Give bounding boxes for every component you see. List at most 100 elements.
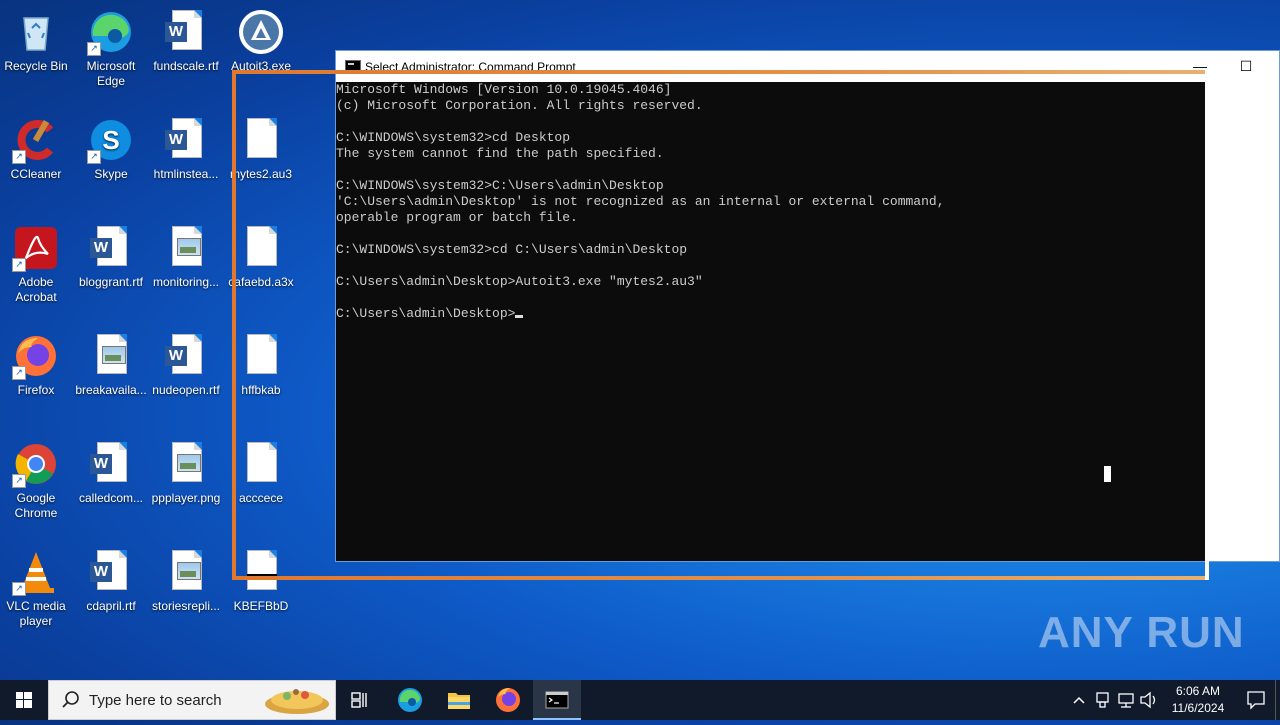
start-button[interactable] — [0, 680, 48, 720]
console-cursor — [515, 315, 524, 318]
desktop-icon-microsoft-edge[interactable]: ↗ Microsoft Edge — [75, 8, 147, 89]
autoit3-exe-icon — [237, 8, 285, 56]
show-desktop-button[interactable] — [1275, 680, 1280, 720]
skype-icon: S ↗ — [87, 116, 135, 164]
desktop-icon-acccece[interactable]: acccece — [225, 440, 297, 506]
desktop-icon-firefox[interactable]: ↗ Firefox — [0, 332, 72, 398]
desktop-icon-adobe-acrobat[interactable]: ↗ Adobe Acrobat — [0, 224, 72, 305]
desktop-icon-skype[interactable]: S ↗ Skype — [75, 116, 147, 182]
shortcut-arrow-icon: ↗ — [12, 582, 26, 596]
taskbar-clock[interactable]: 6:06 AM 11/6/2024 — [1160, 683, 1236, 717]
firefox-icon — [496, 688, 520, 712]
cmd-icon — [545, 691, 569, 709]
anyrun-watermark: ANY RUN — [1038, 608, 1245, 657]
desktop-icon-label: calledcom... — [78, 491, 144, 505]
console-output[interactable]: Microsoft Windows [Version 10.0.19045.40… — [336, 82, 1207, 561]
nudeopen-rtf-icon: W — [162, 332, 210, 380]
desktop-icon-nudeopen-rtf[interactable]: Wnudeopen.rtf — [150, 332, 222, 398]
desktop-icon-ppplayer-png[interactable]: ppplayer.png — [150, 440, 222, 506]
desktop-icon-calledcom[interactable]: Wcalledcom... — [75, 440, 147, 506]
shortcut-arrow-icon: ↗ — [87, 42, 101, 56]
acccece-icon — [237, 440, 285, 488]
breakavaila-icon — [87, 332, 135, 380]
desktop-icon-breakavaila[interactable]: breakavaila... — [75, 332, 147, 398]
desktop-icon-htmlinstea[interactable]: Whtmlinstea... — [150, 116, 222, 182]
desktop-icon-google-chrome[interactable]: ↗ Google Chrome — [0, 440, 72, 521]
taskbar-search-box[interactable]: Type here to search — [48, 680, 336, 720]
desktop-icon-hffbkab[interactable]: hffbkab — [225, 332, 297, 398]
mytes2-au3-icon — [237, 116, 285, 164]
console-line: operable program or batch file. — [336, 210, 578, 225]
search-icon — [62, 691, 79, 708]
hffbkab-icon — [237, 332, 285, 380]
task-view-button[interactable] — [336, 680, 384, 720]
console-line: C:\WINDOWS\system32>cd Desktop — [336, 130, 571, 145]
console-line: (c) Microsoft Corporation. All rights re… — [336, 98, 703, 113]
desktop-icon-cafaebd-a3x[interactable]: cafaebd.a3x — [225, 224, 297, 290]
microsoft-edge-icon: ↗ — [87, 8, 135, 56]
adobe-acrobat-icon: ↗ — [12, 224, 60, 272]
desktop-icon-mytes2-au3[interactable]: mytes2.au3 — [225, 116, 297, 182]
desktop-icon-label: breakavaila... — [75, 383, 147, 397]
desktop-icon-label: ppplayer.png — [151, 491, 221, 505]
console-line: C:\Users\admin\Desktop> — [336, 306, 1207, 322]
desktop-icon-label: acccece — [238, 491, 284, 505]
desktop-icon-label: htmlinstea... — [153, 167, 219, 181]
window-scroll-area — [1207, 82, 1279, 561]
desktop-icon-fundscale-rtf[interactable]: Wfundscale.rtf — [150, 8, 222, 74]
window-titlebar[interactable]: Select Administrator: Command Prompt — ☐ — [336, 51, 1279, 82]
desktop-icon-ccleaner[interactable]: ↗ CCleaner — [0, 116, 72, 182]
command-prompt-window[interactable]: Select Administrator: Command Prompt — ☐… — [335, 50, 1280, 562]
desktop-icon-recycle-bin[interactable]: Recycle Bin — [0, 8, 72, 74]
recycle-bin-icon — [23, 17, 49, 51]
desktop-icon-label: KBEFBbD — [233, 599, 289, 613]
desktop-icon-label: Autoit3.exe — [230, 59, 292, 73]
taskbar-firefox[interactable] — [484, 680, 532, 720]
task-view-icon — [351, 692, 367, 708]
notifications-icon[interactable] — [1236, 680, 1276, 720]
monitoring-icon — [162, 224, 210, 272]
ppplayer-png-icon — [162, 440, 210, 488]
calledcom-icon: W — [87, 440, 135, 488]
console-line: Microsoft Windows [Version 10.0.19045.40… — [336, 82, 672, 97]
desktop-icon-label: mytes2.au3 — [229, 167, 293, 181]
desktop-icon-vlc-media-player[interactable]: ↗ VLC media player — [0, 548, 72, 629]
desktop-icon-storiesrepli[interactable]: storiesrepli... — [150, 548, 222, 614]
shortcut-arrow-icon: ↗ — [12, 366, 26, 380]
autoit-icon — [239, 10, 283, 54]
desktop-icon-label: storiesrepli... — [151, 599, 221, 613]
edge-icon — [398, 688, 422, 712]
desktop-icon-label: hffbkab — [241, 383, 281, 397]
taskbar-command-prompt[interactable] — [533, 680, 581, 720]
desktop-icon-autoit3-exe[interactable]: Autoit3.exe — [225, 8, 297, 74]
network-adapter-icon[interactable] — [1092, 680, 1114, 720]
desktop-icon-monitoring[interactable]: monitoring... — [150, 224, 222, 290]
window-title: Select Administrator: Command Prompt — [365, 60, 576, 74]
console-line: C:\WINDOWS\system32>cd C:\Users\admin\De… — [336, 242, 688, 257]
taskbar-file-explorer[interactable] — [435, 680, 483, 720]
chevron-up-icon[interactable] — [1068, 680, 1090, 720]
htmlinstea-icon: W — [162, 116, 210, 164]
minimize-button[interactable]: — — [1177, 51, 1223, 82]
mouse-cursor — [1104, 466, 1111, 482]
shortcut-arrow-icon: ↗ — [12, 474, 26, 488]
desktop-icon-kbefbbd[interactable]: KBEFBbD — [225, 548, 297, 614]
desktop-icon-label: cdapril.rtf — [86, 599, 136, 613]
taskbar: Type here to search 6:06 AM 11/6/2024 — [0, 680, 1280, 720]
network-icon[interactable] — [1115, 680, 1137, 720]
maximize-button[interactable]: ☐ — [1223, 51, 1269, 82]
desktop-icon-cdapril-rtf[interactable]: Wcdapril.rtf — [75, 548, 147, 614]
highlight-frame-edge — [1205, 70, 1209, 580]
volume-icon[interactable] — [1138, 680, 1160, 720]
ccleaner-icon: ↗ — [12, 116, 60, 164]
cafaebd-a3x-icon — [237, 224, 285, 272]
taskbar-edge[interactable] — [386, 680, 434, 720]
desktop-icon-label: monitoring... — [152, 275, 220, 289]
system-tray — [1068, 680, 1158, 720]
desktop-icon-bloggrant-rtf[interactable]: Wbloggrant.rtf — [75, 224, 147, 290]
